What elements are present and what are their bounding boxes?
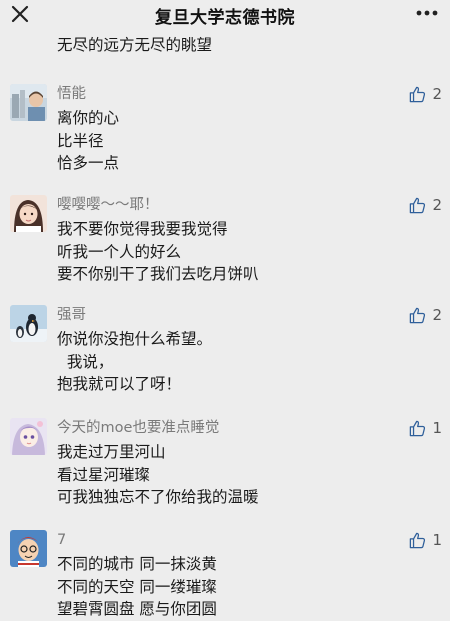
comment-line: 我走过万里河山: [57, 443, 166, 461]
comment-line: 你说你没抱什么希望。: [57, 330, 213, 348]
like-button[interactable]: 1: [408, 530, 442, 550]
comment-line: 我不要你觉得我要我觉得: [57, 220, 228, 238]
comment-line: 我说，: [57, 352, 114, 371]
like-count: 2: [432, 306, 442, 324]
comment-line: 听我一个人的好么: [57, 242, 182, 261]
nickname: 嘤嘤嘤～～耶！: [57, 197, 159, 213]
like-button[interactable]: 2: [408, 195, 442, 215]
avatar[interactable]: [10, 84, 47, 121]
avatar[interactable]: [10, 305, 47, 342]
avatar[interactable]: [10, 195, 47, 232]
comment-line: 不同的天空 同一缕璀璨: [57, 577, 217, 596]
like-count: 1: [432, 531, 442, 549]
like-count: 2: [432, 196, 442, 214]
like-count: 1: [432, 419, 442, 437]
nickname: 7: [57, 532, 67, 548]
comment-line: 可我独独忘不了你给我的温暖: [57, 488, 259, 506]
thumbs-up-icon: [410, 532, 426, 548]
comment-line: 恰多一点: [57, 154, 120, 172]
previous-comment-tail: 无尽的远方无尽的眺望: [57, 36, 213, 54]
page-title: 复旦大学志德书院: [155, 8, 295, 28]
comment-line: 离你的心: [57, 109, 120, 127]
nav-bar: 复旦大学志德书院: [0, 0, 450, 28]
thumbs-up-icon: [410, 86, 426, 102]
comment-line: 看过星河璀璨: [57, 465, 151, 484]
comment-line: 要不你别干了我们去吃月饼叭: [57, 265, 259, 283]
like-button[interactable]: 2: [408, 84, 442, 104]
like-button[interactable]: 1: [408, 418, 442, 438]
comment-line: 比半径: [57, 131, 104, 150]
nickname: 强哥: [57, 307, 86, 323]
like-count: 2: [432, 85, 442, 103]
thumbs-up-icon: [410, 307, 426, 323]
thumbs-up-icon: [410, 197, 426, 213]
comment-line: 抱我就可以了呀！: [57, 375, 182, 393]
avatar[interactable]: [10, 418, 47, 455]
nickname: 今天的moe也要准点睡觉: [57, 420, 220, 436]
more-dots-icon[interactable]: [414, 3, 440, 23]
like-button[interactable]: 2: [408, 305, 442, 325]
nickname: 悟能: [57, 86, 86, 102]
comment-line: 望碧霄圆盘 愿与你团圆: [57, 600, 217, 618]
avatar[interactable]: [10, 530, 47, 567]
thumbs-up-icon: [410, 420, 426, 436]
comment-line: 不同的城市 同一抹淡黄: [57, 555, 217, 573]
